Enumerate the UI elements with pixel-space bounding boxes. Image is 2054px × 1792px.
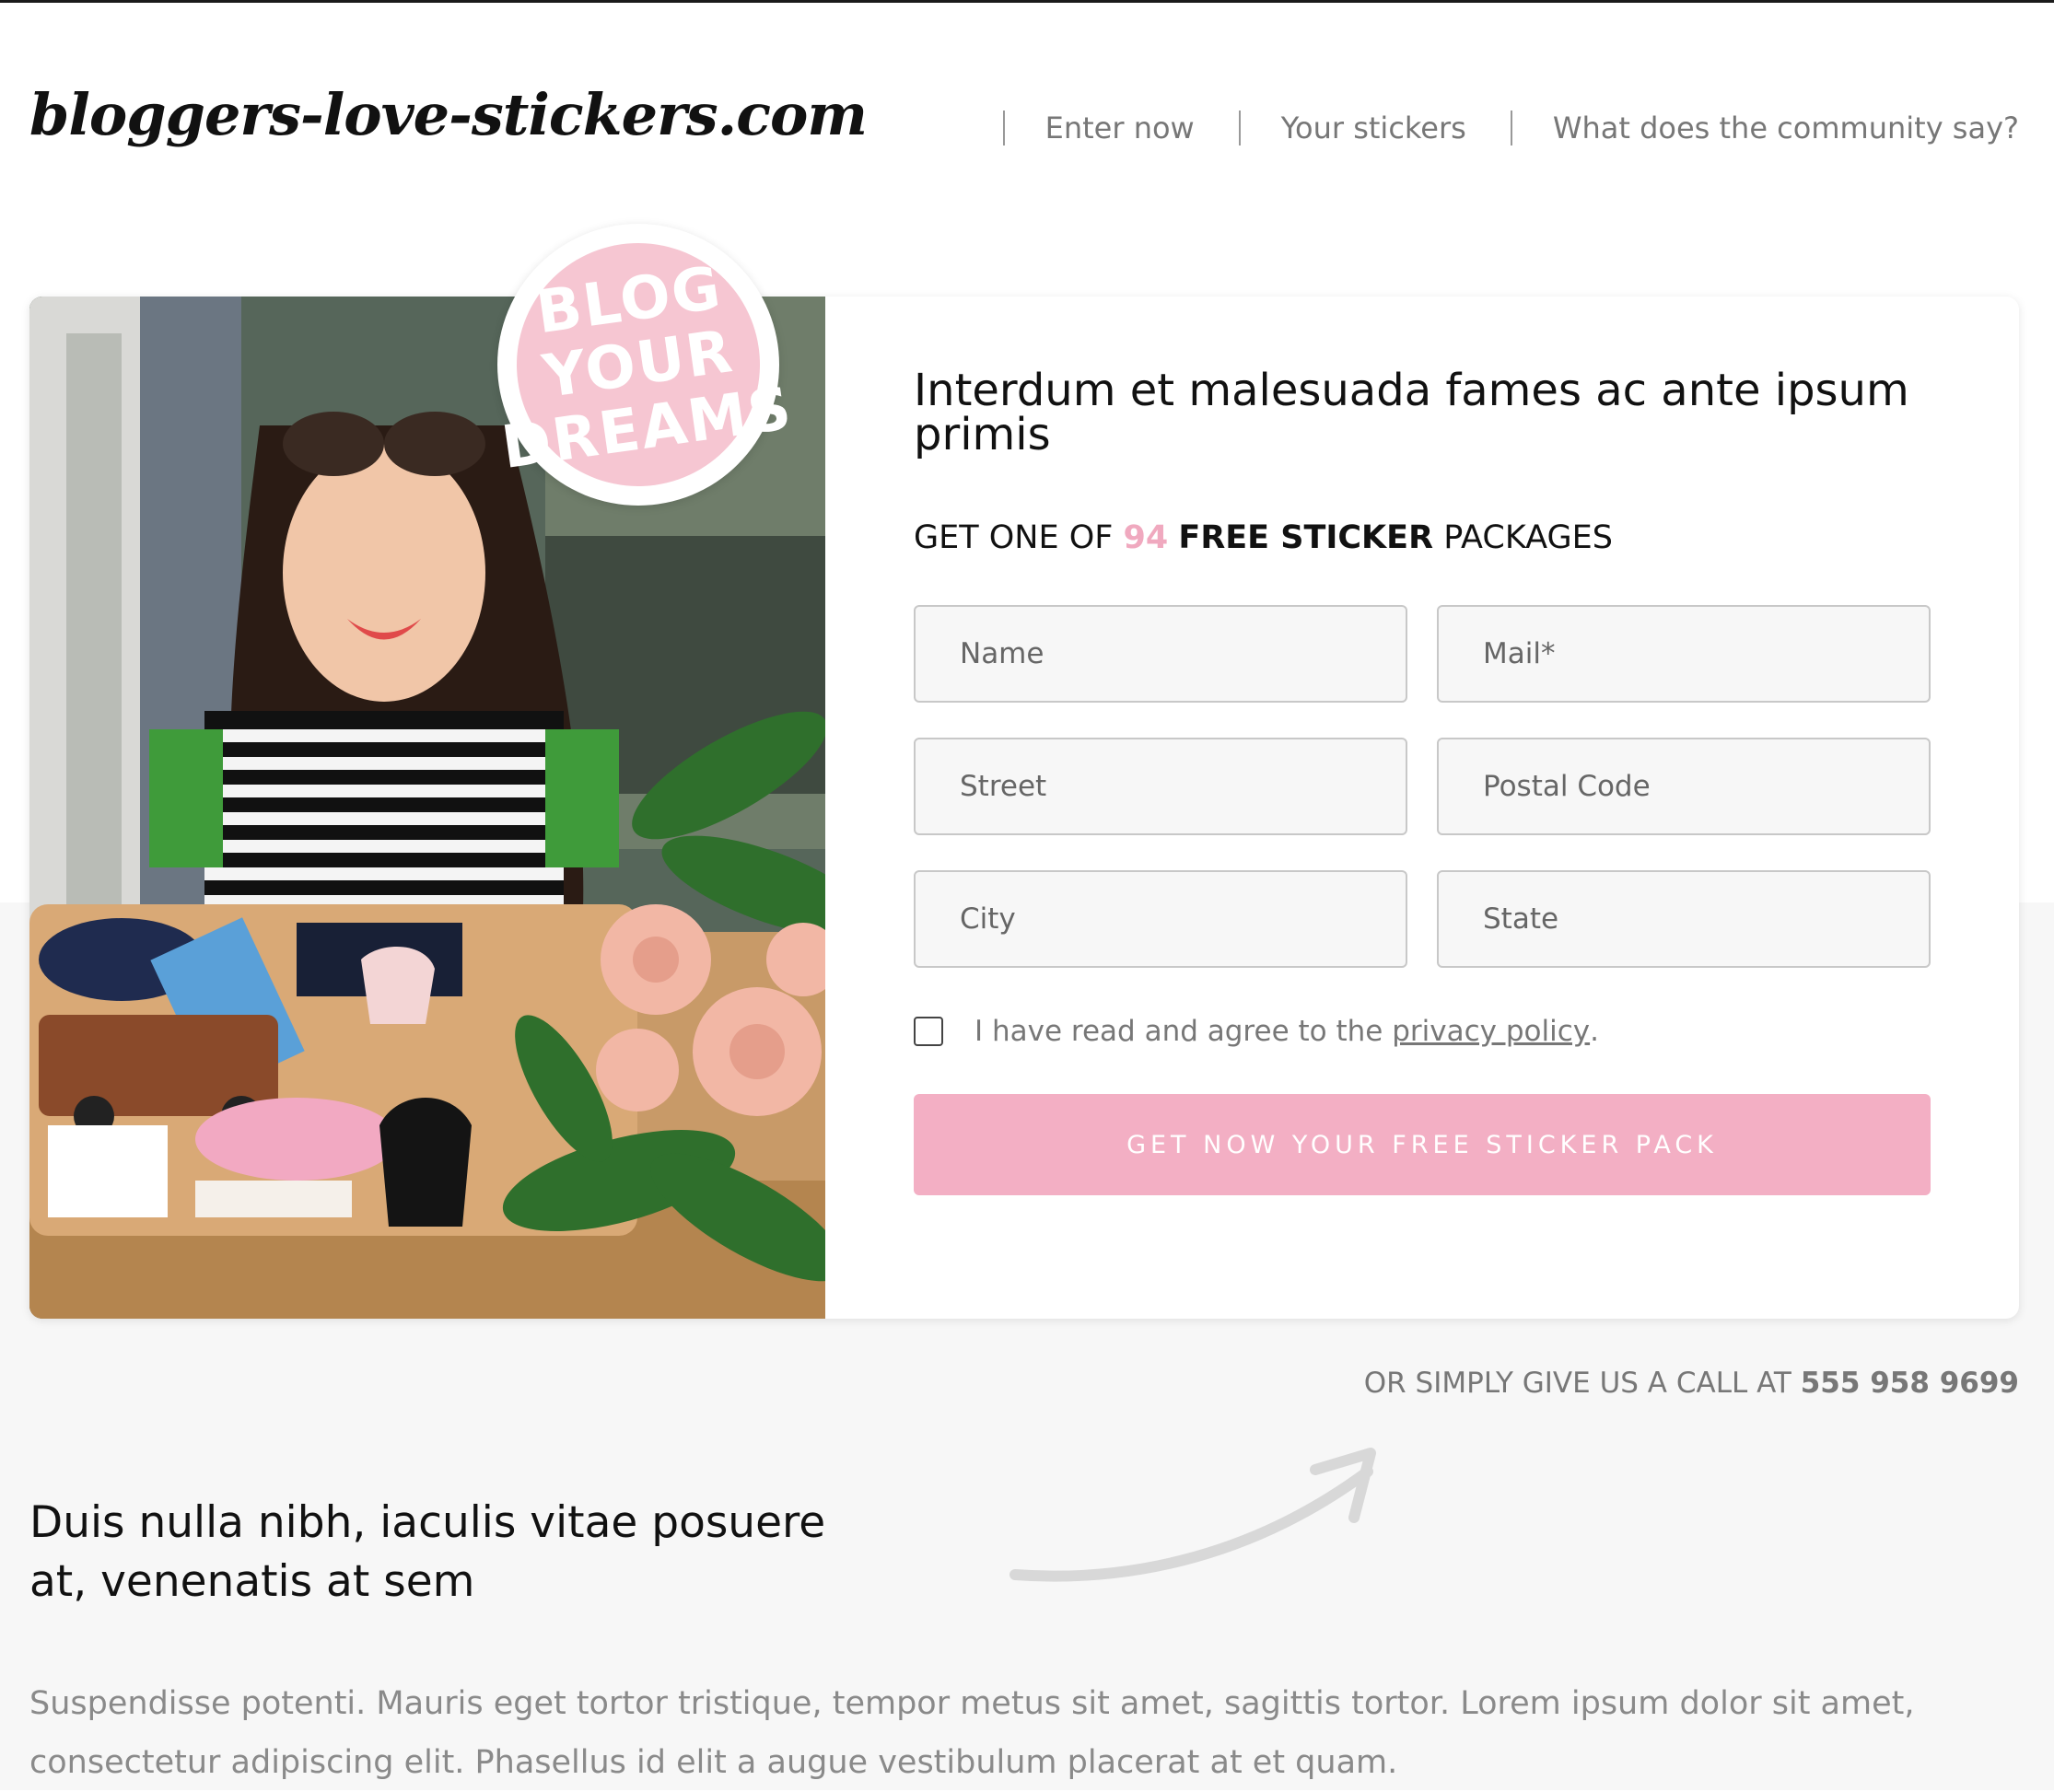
badge-inner: BLOG YOUR DREAMS <box>497 227 797 503</box>
postal-code-input[interactable] <box>1437 738 1931 835</box>
street-input[interactable] <box>914 738 1407 835</box>
privacy-policy-link[interactable]: privacy policy <box>1392 1015 1590 1048</box>
packages-count: 94 <box>1123 519 1169 556</box>
packages-prefix: GET ONE OF <box>914 519 1114 556</box>
form-header: Interdum et malesuada fames ac ante ipsu… <box>914 368 1927 556</box>
hand-drawn-arrow-icon <box>1009 1448 1376 1582</box>
city-input[interactable] <box>914 870 1407 968</box>
blog-your-dreams-badge: BLOG YOUR DREAMS <box>497 224 797 506</box>
agree-prefix: I have read and agree to the <box>974 1015 1383 1048</box>
packages-line: GET ONE OF 94 FREE STICKER PACKAGES <box>914 519 1927 556</box>
call-prefix: OR SIMPLY GIVE US A CALL AT <box>1363 1367 1791 1400</box>
nav-separator <box>1002 111 1005 145</box>
privacy-agreement: I have read and agree to the privacy pol… <box>914 1015 1599 1048</box>
nav-community[interactable]: What does the community say? <box>1553 111 2019 145</box>
nav-enter-now[interactable]: Enter now <box>1045 111 1195 145</box>
call-us: OR SIMPLY GIVE US A CALL AT 555 958 9699 <box>1364 1367 2019 1400</box>
nav-separator <box>1510 111 1512 145</box>
nav-separator <box>1238 111 1241 145</box>
agree-suffix: . <box>1590 1015 1599 1048</box>
site-logo[interactable]: bloggers-love-stickers.com <box>29 81 868 148</box>
state-input[interactable] <box>1437 870 1931 968</box>
nav-your-stickers[interactable]: Your stickers <box>1281 111 1466 145</box>
mail-input[interactable] <box>1437 605 1931 703</box>
phone-number[interactable]: 555 958 9699 <box>1801 1367 2019 1400</box>
form-fields <box>914 605 1931 968</box>
section-body: Suspendisse potenti. Mauris eget tortor … <box>29 1685 1915 1781</box>
privacy-checkbox[interactable] <box>914 1017 943 1046</box>
main-nav: Enter now Your stickers What does the co… <box>959 111 2019 145</box>
get-sticker-pack-button[interactable]: GET NOW YOUR FREE STICKER PACK <box>914 1094 1931 1195</box>
section-heading: Duis nulla nibh, iaculis vitae posuere a… <box>29 1497 826 1607</box>
packages-bold: FREE STICKER <box>1178 519 1434 556</box>
name-input[interactable] <box>914 605 1407 703</box>
form-heading: Interdum et malesuada fames ac ante ipsu… <box>914 365 1909 460</box>
packages-suffix: PACKAGES <box>1443 519 1613 556</box>
top-border <box>0 0 2054 3</box>
